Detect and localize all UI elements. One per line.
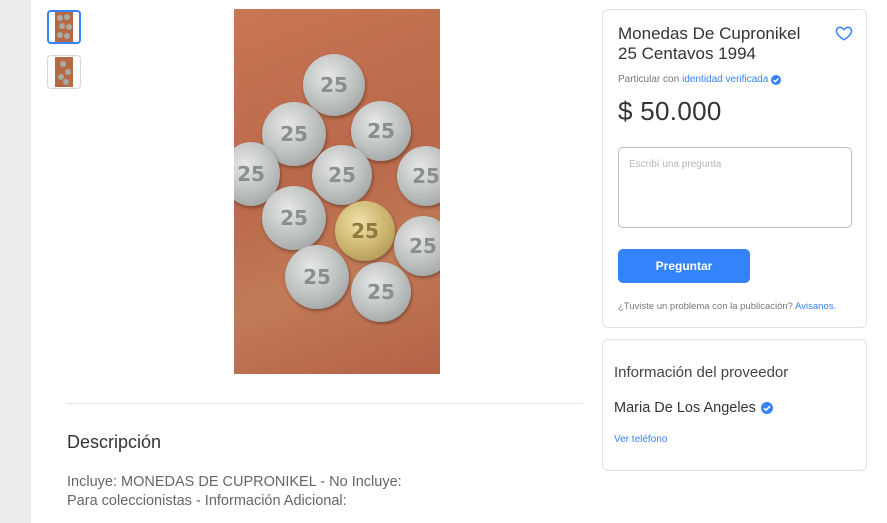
description-line: Incluye: MONEDAS DE CUPRONIKEL - No Incl… [67,474,402,490]
question-input[interactable] [618,147,852,228]
coin: 25 [351,262,411,322]
heart-icon[interactable] [835,24,853,42]
gallery-thumbnail[interactable] [47,55,81,89]
description-heading: Descripción [67,432,162,452]
coin: 25 [262,186,326,250]
product-price: $ 50.000 [618,96,722,126]
seller-info: Particular con identidad verificada [618,74,782,85]
product-page: 25 25 25 25 25 25 25 25 25 25 25 Descrip… [31,0,887,523]
coin: 25 [394,216,440,276]
coin: 25 [285,245,349,309]
provider-name: Maria De Los Angeles [614,400,756,416]
seller-prefix: Particular con [618,74,680,85]
coin: 25 [397,146,440,206]
report-problem-text: ¿Tuviste un problema con la publicación?… [618,301,836,312]
verified-identity-link[interactable]: identidad verificada [682,74,768,85]
description-text: Incluye: MONEDAS DE CUPRONIKEL - No Incl… [67,473,402,511]
provider-card: Información del proveedor Maria De Los A… [602,339,867,471]
provider-name-row: Maria De Los Angeles [614,400,773,416]
purchase-card: Monedas De Cupronikel 25 Centavos 1994 P… [602,9,867,328]
thumbnail-image [55,57,73,87]
report-problem-question: ¿Tuviste un problema con la publicación? [618,301,793,312]
coin: 25 [303,54,365,116]
coin: 25 [312,145,372,205]
gallery-thumbnail[interactable] [47,10,81,44]
product-title: Monedas De Cupronikel 25 Centavos 1994 [618,24,801,63]
provider-heading: Información del proveedor [614,364,789,381]
report-problem-link[interactable]: Avisanos. [795,301,836,312]
view-phone-link[interactable]: Ver teléfono [614,434,667,445]
verified-check-icon [771,74,782,85]
description-line: Para coleccionistas - Información Adicio… [67,493,347,509]
coin: 25 [335,201,395,261]
ask-question-button[interactable]: Preguntar [618,249,750,283]
thumbnail-image [55,12,73,42]
product-main-image[interactable]: 25 25 25 25 25 25 25 25 25 25 25 [234,9,440,374]
section-divider [67,403,583,404]
verified-check-icon [760,402,773,414]
